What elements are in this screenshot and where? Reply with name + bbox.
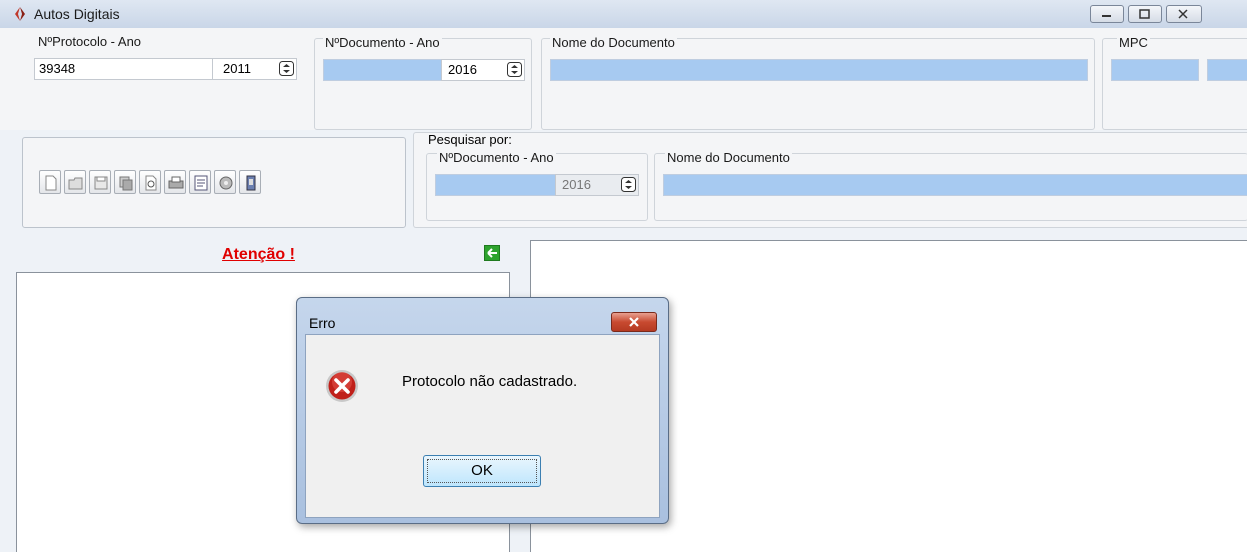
documento-year-value: 2016 bbox=[448, 62, 477, 77]
nome-documento-group: Nome do Documento bbox=[541, 35, 1095, 130]
documento-number-input[interactable] bbox=[323, 59, 443, 81]
minimize-icon bbox=[1102, 15, 1111, 17]
save-icon bbox=[94, 176, 108, 190]
form-icon bbox=[194, 175, 208, 191]
print-preview-icon bbox=[145, 175, 157, 191]
print-icon bbox=[168, 176, 184, 189]
search-documento-group: NºDocumento - Ano 2016 bbox=[426, 150, 648, 221]
close-icon bbox=[1178, 9, 1188, 19]
documento-group: NºDocumento - Ano 2016 bbox=[314, 35, 532, 130]
new-document-button[interactable] bbox=[39, 170, 61, 194]
nome-documento-input[interactable] bbox=[550, 59, 1088, 81]
maximize-button[interactable] bbox=[1128, 5, 1162, 23]
documento-year-spinner[interactable]: 2016 bbox=[441, 59, 525, 81]
search-documento-year-spinner[interactable]: 2016 bbox=[555, 174, 639, 196]
open-folder-icon bbox=[68, 177, 83, 190]
protocolo-year-value: 2011 bbox=[223, 61, 251, 76]
attention-heading: Atenção ! bbox=[222, 246, 295, 263]
save-button[interactable] bbox=[89, 170, 111, 194]
main-window: Autos Digitais NºProtocolo - Ano 39348 2… bbox=[0, 0, 1247, 552]
new-document-icon bbox=[45, 175, 57, 191]
spinner-updown-icon[interactable] bbox=[621, 177, 636, 192]
scanner-button[interactable] bbox=[239, 170, 261, 194]
scanner-icon bbox=[246, 175, 256, 191]
back-button[interactable] bbox=[484, 245, 500, 261]
ok-button[interactable]: OK bbox=[423, 455, 541, 487]
back-arrow-icon bbox=[487, 248, 497, 258]
copy-button[interactable] bbox=[114, 170, 136, 194]
dialog-message: Protocolo não cadastrado. bbox=[402, 373, 578, 390]
search-documento-label: NºDocumento - Ano bbox=[437, 150, 556, 165]
mpc-input-2[interactable] bbox=[1207, 59, 1247, 81]
protocolo-label: NºProtocolo - Ano bbox=[36, 34, 144, 49]
mpc-label: MPC bbox=[1117, 35, 1150, 50]
mpc-input-1[interactable] bbox=[1111, 59, 1199, 81]
documento-label: NºDocumento - Ano bbox=[323, 35, 442, 50]
window-title: Autos Digitais bbox=[34, 6, 120, 22]
search-panel: Pesquisar por: NºDocumento - Ano 2016 No… bbox=[413, 132, 1247, 228]
search-documento-year-value: 2016 bbox=[562, 177, 591, 192]
close-window-button[interactable] bbox=[1166, 5, 1202, 23]
mpc-group: MPC bbox=[1102, 35, 1247, 130]
open-button[interactable] bbox=[64, 170, 86, 194]
nome-documento-label: Nome do Documento bbox=[550, 35, 677, 50]
title-bar: Autos Digitais bbox=[0, 0, 1247, 28]
dialog-title: Erro bbox=[309, 315, 336, 331]
ok-button-label: OK bbox=[427, 459, 537, 483]
search-nome-label: Nome do Documento bbox=[665, 150, 792, 165]
error-dialog: Erro Protocolo não cadastrado. OK bbox=[296, 297, 669, 524]
tools-icon bbox=[219, 176, 233, 190]
print-button[interactable] bbox=[164, 170, 186, 194]
close-icon bbox=[629, 317, 639, 327]
protocolo-group: NºProtocolo - Ano 39348 2011 bbox=[18, 34, 305, 128]
toolbar bbox=[22, 137, 406, 228]
protocolo-year-spinner[interactable]: 2011 bbox=[212, 58, 297, 80]
print-preview-button[interactable] bbox=[139, 170, 161, 194]
minimize-button[interactable] bbox=[1090, 5, 1124, 23]
spinner-updown-icon[interactable] bbox=[279, 61, 294, 76]
error-icon bbox=[326, 370, 358, 402]
spinner-updown-icon[interactable] bbox=[507, 62, 522, 77]
app-logo-icon bbox=[15, 7, 25, 21]
search-documento-number-input[interactable] bbox=[435, 174, 557, 196]
search-nome-input[interactable] bbox=[663, 174, 1247, 196]
protocolo-number-input[interactable]: 39348 bbox=[34, 58, 224, 80]
header-panel: NºProtocolo - Ano 39348 2011 NºDocumento… bbox=[0, 28, 1247, 130]
dialog-close-button[interactable] bbox=[611, 312, 657, 332]
dialog-body: Protocolo não cadastrado. OK bbox=[305, 334, 660, 518]
search-label: Pesquisar por: bbox=[428, 132, 512, 147]
search-nome-group: Nome do Documento bbox=[654, 150, 1247, 221]
restore-icon bbox=[1139, 9, 1150, 19]
form-button[interactable] bbox=[189, 170, 211, 194]
copy-icon bbox=[119, 176, 133, 191]
tools-button[interactable] bbox=[214, 170, 236, 194]
